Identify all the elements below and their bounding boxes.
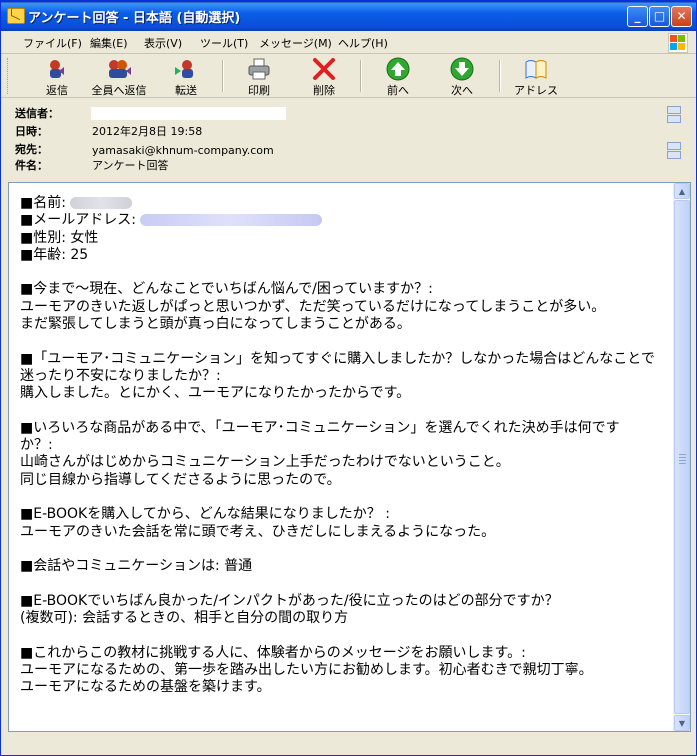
menu-tools[interactable]: ツール(T): [200, 35, 248, 51]
to-scroll-spinner[interactable]: [667, 142, 681, 159]
question-4: ■E-BOOKを購入してから、どんな結果になりましたか？ :: [20, 506, 390, 523]
reply-button[interactable]: 返信: [27, 57, 87, 97]
from-scroll-spinner[interactable]: [667, 106, 681, 123]
menu-file[interactable]: ファイル(F): [23, 35, 82, 51]
scroll-up-button[interactable]: ▲: [674, 183, 690, 199]
reply-all-label: 全員へ返信: [91, 84, 147, 97]
answer-6: (複数可): 会話するときの、相手と自分の間の取り方: [20, 610, 349, 627]
previous-icon: [385, 57, 411, 81]
reply-icon: [44, 57, 70, 81]
menu-bar: ファイル(F) 編集(E) 表示(V) ツール(T) メッセージ(M) ヘルプ(…: [1, 31, 696, 54]
title-bar[interactable]: アンケート回答 - 日本語 (自動選択) _ □ ✕: [1, 1, 696, 31]
menu-help[interactable]: ヘルプ(H): [338, 35, 388, 51]
answer-1-line-2: まだ緊張してしまうと頭が真っ白になってしまうことがある。: [20, 316, 411, 333]
reply-all-icon: [106, 57, 132, 81]
next-button[interactable]: 次へ: [432, 57, 492, 97]
name-label: ■名前:: [20, 195, 66, 211]
reply-all-button[interactable]: 全員へ返信: [89, 57, 149, 97]
message-header: 送信者： 日時： 2012年2月8日 19:58 宛先： yamasaki@kh…: [1, 98, 696, 178]
date-value: 2012年2月8日 19:58: [92, 125, 203, 138]
reply-label: 返信: [46, 84, 68, 97]
message-body[interactable]: ■名前: ■メールアドレス: ■性別: 女性 ■年齢: 25 ■今まで～現在、ど…: [8, 182, 691, 732]
menu-message[interactable]: メッセージ(M): [259, 35, 332, 51]
maximize-button[interactable]: □: [649, 6, 670, 27]
question-3-line-2: か？:: [20, 437, 53, 454]
answer-1-line-1: ユーモアのきいた返しがぱっと思いつかず、ただ笑っているだけになってしまうことが多…: [20, 298, 606, 315]
date-label: 日時：: [15, 125, 48, 138]
mail-window: アンケート回答 - 日本語 (自動選択) _ □ ✕ ファイル(F) 編集(E)…: [0, 0, 697, 756]
subject-value: アンケート回答: [92, 159, 169, 172]
forward-button[interactable]: 転送: [156, 57, 216, 97]
address-book-icon: [523, 57, 549, 81]
question-5: ■会話やコミュニケーションは: 普通: [20, 558, 253, 575]
question-7: ■これからこの教材に挑戦する人に、体験者からのメッセージをお願いします。:: [20, 644, 526, 661]
toolbar-separator: [499, 60, 501, 92]
delete-button[interactable]: 削除: [294, 57, 354, 97]
toolbar-separator: [222, 60, 224, 92]
answer-3-line-1: 山崎さんがはじめからコミュニケーション上手だったわけでないということ。: [20, 454, 510, 471]
status-bar: [1, 734, 696, 755]
menu-view[interactable]: 表示(V): [144, 35, 182, 51]
toolbar: 返信 全員へ返信 転送 印刷 削除 前へ 次へ アドレス: [1, 54, 696, 98]
address-book-label: アドレス: [514, 84, 558, 97]
answer-2: 購入しました。とにかく、ユーモアになりたかったからです。: [20, 385, 411, 402]
printer-icon: [246, 57, 272, 81]
question-1: ■今まで～現在、どんなことでいちばん悩んで/困っていますか？:: [20, 281, 433, 298]
delete-icon: [311, 57, 337, 81]
window-title: アンケート回答 - 日本語 (自動選択): [28, 11, 241, 26]
mail-envelope-icon: [7, 8, 25, 24]
close-button[interactable]: ✕: [671, 6, 692, 27]
scroll-down-button[interactable]: ▼: [674, 715, 690, 731]
windows-logo-icon: [668, 33, 688, 53]
toolbar-grip[interactable]: [7, 58, 11, 94]
answer-7-line-1: ユーモアになるための、第一歩を踏み出したい方にお勧めします。初心者むきで親切丁寧…: [20, 662, 593, 679]
print-label: 印刷: [248, 84, 270, 97]
redacted-name: [70, 197, 133, 209]
print-button[interactable]: 印刷: [229, 57, 289, 97]
vertical-scrollbar[interactable]: ▲ ▼: [673, 183, 690, 731]
menu-edit[interactable]: 編集(E): [90, 35, 128, 51]
to-value[interactable]: yamasaki@khnum-company.com: [92, 144, 274, 157]
scroll-thumb[interactable]: [674, 200, 690, 714]
email-label: ■メールアドレス:: [20, 212, 136, 229]
message-text: ■名前: ■メールアドレス: ■性別: 女性 ■年齢: 25 ■今まで～現在、ど…: [20, 195, 665, 697]
question-2-line-1: ■「ユーモア･コミュニケーション」を知ってすぐに購入しましたか？しなかった場合は…: [20, 350, 655, 367]
subject-label: 件名：: [15, 159, 48, 172]
minimize-button[interactable]: _: [627, 6, 648, 27]
previous-label: 前へ: [387, 84, 409, 97]
next-icon: [449, 57, 475, 81]
answer-4: ユーモアのきいた会話を常に頭で考え、ひきだしにしまえるようになった。: [20, 523, 496, 540]
to-label: 宛先：: [15, 143, 48, 156]
from-label: 送信者：: [15, 107, 59, 120]
answer-7-line-2: ユーモアになるための基盤を築けます。: [20, 679, 271, 696]
answer-3-line-2: 同じ目線から指導してくださるように思ったので。: [20, 471, 341, 488]
forward-icon: [173, 57, 199, 81]
redacted-email: [140, 214, 323, 227]
delete-label: 削除: [313, 84, 335, 97]
question-2-line-2: 迷ったり不安になりましたか？:: [20, 367, 221, 384]
previous-button[interactable]: 前へ: [368, 57, 428, 97]
address-book-button[interactable]: アドレス: [506, 57, 566, 97]
question-6: ■E-BOOKでいちばん良かった/インパクトがあった/役に立ったのはどの部分です…: [20, 592, 559, 609]
toolbar-separator: [360, 60, 362, 92]
age-line: ■年齢: 25: [20, 246, 89, 263]
gender-line: ■性別: 女性: [20, 229, 99, 246]
question-3-line-1: ■いろいろな商品がある中で、「ユーモア･コミュニケーション」を選んでくれた決め手…: [20, 419, 620, 436]
next-label: 次へ: [451, 84, 473, 97]
from-value: [91, 107, 286, 120]
forward-label: 転送: [175, 84, 197, 97]
